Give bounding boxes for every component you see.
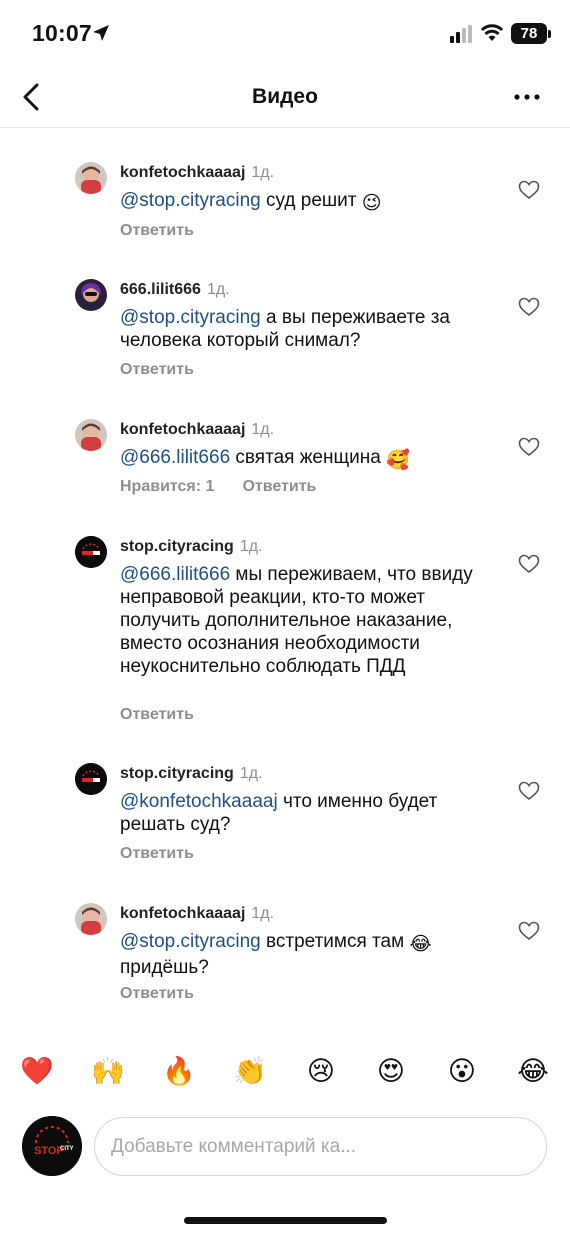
reply-button[interactable]: Ответить <box>120 222 194 239</box>
comment-actions: Ответить <box>120 985 194 1003</box>
mention-link[interactable]: @stop.cityracing <box>120 307 261 328</box>
comment-username[interactable]: konfetochkaaaaj <box>120 164 245 181</box>
comment-time: 1д. <box>251 421 275 438</box>
stop-city-logo <box>75 536 107 568</box>
smiling-face-with-hearts-emoji: 🥰 <box>386 450 410 471</box>
brand-avatar[interactable] <box>75 536 107 568</box>
wifi-icon <box>480 24 504 41</box>
reply-button[interactable]: Ответить <box>120 706 194 723</box>
heart-icon[interactable] <box>518 180 540 200</box>
winking-face-emoji: 😉 <box>361 193 382 214</box>
user-avatar[interactable] <box>75 162 107 194</box>
reaction-clapping-hands[interactable]: 👏 <box>233 1054 267 1088</box>
reply-button[interactable]: Ответить <box>242 478 316 495</box>
comment-text: @konfetochkaaaaj что именно будет решать… <box>120 790 500 836</box>
comment-actions: Ответить <box>120 706 194 724</box>
comment-username[interactable]: konfetochkaaaaj <box>120 421 245 438</box>
reaction-heart-eyes[interactable]: 😍 <box>374 1054 408 1088</box>
heart-icon[interactable] <box>518 297 540 317</box>
reaction-raising-hands[interactable]: 🙌 <box>91 1054 125 1088</box>
comment-actions: Ответить <box>120 222 194 240</box>
mention-link[interactable]: @666.lilit666 <box>120 564 230 585</box>
avatar-photo <box>75 162 107 194</box>
comment-text-content: суд решит <box>260 190 362 211</box>
status-bar: 10:07 78 <box>0 0 570 70</box>
reaction-crying-face[interactable]: 😢 <box>304 1054 338 1088</box>
comment-input[interactable] <box>94 1117 547 1176</box>
logo-text-city: CITY <box>60 1146 74 1152</box>
reaction-surprised-face[interactable]: 😮 <box>445 1054 479 1088</box>
comment-username[interactable]: 666.lilit666 <box>120 281 201 298</box>
comment-text: @stop.cityracing встретимся там 😂 придёш… <box>120 930 480 979</box>
mention-link[interactable]: @stop.cityracing <box>120 931 261 952</box>
battery-cap <box>548 30 551 38</box>
reaction-fire[interactable]: 🔥 <box>162 1054 196 1088</box>
comment-text: @666.lilit666 святая женщина 🥰 <box>120 446 500 472</box>
more-options-button[interactable] <box>510 82 544 112</box>
stop-city-logo <box>75 763 107 795</box>
comment-header: konfetochkaaaaj 1д. <box>120 421 274 439</box>
avatar-photo <box>75 279 107 311</box>
comment-text: @666.lilit666 мы переживаем, что ввиду н… <box>120 563 500 678</box>
user-avatar[interactable] <box>75 279 107 311</box>
comment-actions: Нравится: 1 Ответить <box>120 478 316 496</box>
comment-header: 666.lilit666 1д. <box>120 281 230 299</box>
battery-indicator: 78 <box>511 23 547 44</box>
heart-icon[interactable] <box>518 437 540 457</box>
comment-header: stop.cityracing 1д. <box>120 538 263 556</box>
reaction-heart[interactable]: ❤️ <box>20 1054 54 1088</box>
heart-icon[interactable] <box>518 781 540 801</box>
location-arrow-icon <box>93 25 109 41</box>
heart-icon[interactable] <box>518 554 540 574</box>
likes-count[interactable]: Нравится: 1 <box>120 478 214 495</box>
comment-text: @stop.cityracing а вы переживаете за чел… <box>120 306 500 352</box>
comment-time: 1д. <box>251 164 275 181</box>
comment-header: stop.cityracing 1д. <box>120 765 263 783</box>
comment-username[interactable]: konfetochkaaaaj <box>120 905 245 922</box>
status-time: 10:07 <box>32 20 92 46</box>
comment-actions: Ответить <box>120 845 194 863</box>
comment-header: konfetochkaaaaj 1д. <box>120 164 274 182</box>
heart-icon[interactable] <box>518 921 540 941</box>
comment-text-continuation: придёшь? <box>120 957 209 978</box>
comment-text-content: святая женщина <box>230 447 387 468</box>
page-title: Видео <box>252 85 318 108</box>
comment-time: 1д. <box>251 905 275 922</box>
comment-header: konfetochkaaaaj 1д. <box>120 905 274 923</box>
user-avatar[interactable] <box>75 419 107 451</box>
comment-text-content: встретимся там <box>260 931 410 952</box>
home-indicator <box>184 1217 387 1224</box>
reply-button[interactable]: Ответить <box>120 845 194 862</box>
reaction-tears-of-joy[interactable]: 😂 <box>516 1054 550 1088</box>
comment-time: 1д. <box>239 538 263 555</box>
comment-time: 1д. <box>206 281 230 298</box>
stop-city-logo: STOP CITY <box>22 1116 82 1176</box>
avatar-photo <box>75 903 107 935</box>
quick-reactions-bar: ❤️ 🙌 🔥 👏 😢 😍 😮 😂 <box>0 1054 570 1096</box>
comment-time: 1д. <box>239 765 263 782</box>
comment-username[interactable]: stop.cityracing <box>120 765 234 782</box>
cellular-signal-icon <box>450 25 472 43</box>
more-horizontal-icon <box>514 94 540 100</box>
user-avatar[interactable] <box>75 903 107 935</box>
reply-button[interactable]: Ответить <box>120 361 194 378</box>
mention-link[interactable]: @konfetochkaaaaj <box>120 791 278 812</box>
tears-of-joy-emoji: 😂 <box>409 934 432 955</box>
mention-link[interactable]: @stop.cityracing <box>120 190 261 211</box>
nav-header: Видео <box>0 70 570 128</box>
comment-text: @stop.cityracing суд решит 😉 <box>120 189 500 215</box>
mention-link[interactable]: @666.lilit666 <box>120 447 230 468</box>
comment-username[interactable]: stop.cityracing <box>120 538 234 555</box>
reply-button[interactable]: Ответить <box>120 985 194 1002</box>
current-user-avatar[interactable]: STOP CITY <box>22 1116 82 1176</box>
brand-avatar[interactable] <box>75 763 107 795</box>
comment-actions: Ответить <box>120 361 194 379</box>
avatar-photo <box>75 419 107 451</box>
